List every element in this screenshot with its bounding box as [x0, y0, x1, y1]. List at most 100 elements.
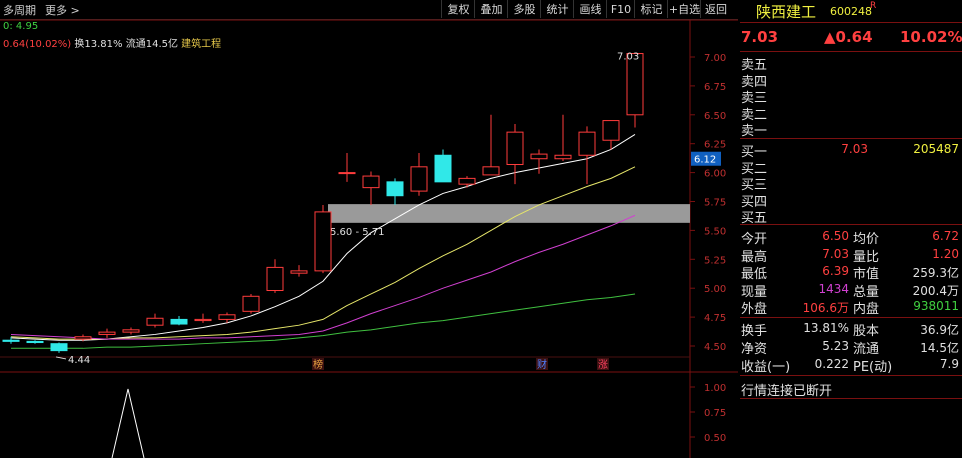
price-chart[interactable]: 7.00 6.75 6.50 6.25 6.00 5.75 5.50 5.25 5.00 4.75…: [0, 0, 738, 458]
volume-axis-label: 1.00: [704, 383, 726, 394]
price-change: ▲0.64: [824, 28, 873, 46]
candle-body: [146, 317, 164, 326]
candle-body: [50, 343, 68, 352]
stat-value: 7.03: [822, 246, 849, 261]
candle-body: [410, 166, 428, 192]
price-axis-label: 6.50: [704, 111, 726, 122]
stat-label: 今开: [741, 232, 768, 247]
price-change-pct: 10.02%: [900, 28, 962, 46]
candle-body: [2, 339, 20, 342]
candle-body: [554, 154, 572, 160]
candle-body: [98, 331, 116, 335]
ma-line-3: [11, 293, 636, 349]
buy-level-price: 7.03: [841, 142, 868, 156]
candle-body: [122, 329, 140, 333]
high-price-label: 7.03: [617, 52, 639, 63]
price-axis-label: 6.25: [704, 140, 726, 151]
volume-axis-label: 0.50: [704, 433, 726, 444]
candle-body: [602, 120, 620, 141]
candle-body: [506, 131, 524, 166]
fund-label: 股本: [853, 324, 880, 339]
range-label: 5.60 - 5.71: [330, 227, 385, 238]
candle-body: [314, 211, 332, 272]
stat-label: 现量: [741, 284, 768, 300]
fund-label: 换手: [741, 324, 768, 339]
low-price-label: 4.44: [68, 355, 90, 366]
margin-badge: R: [870, 1, 877, 11]
price-axis-label: 4.50: [704, 342, 726, 353]
fund-label: 净资: [741, 342, 768, 357]
price-axis-label: 4.75: [704, 313, 726, 324]
event-marker[interactable]: 涨: [598, 359, 608, 371]
divider: [740, 138, 962, 139]
price-axis-label: 5.25: [704, 255, 726, 266]
stat-label: 外盘: [741, 302, 768, 317]
volume-axis-label: 0.75: [704, 408, 726, 419]
divider: [740, 317, 962, 318]
candle-body: [290, 270, 308, 274]
candle-body: [26, 340, 44, 344]
fund-value: 14.5亿: [920, 341, 959, 355]
candle-body: [338, 172, 356, 175]
fund-label: 流通: [853, 342, 880, 357]
quote-panel: 陕西建工 600248 R 7.03 ▲0.64 10.02% 卖五 卖四 卖三 卖二…: [740, 0, 962, 458]
stat-value: 938011: [913, 299, 959, 313]
fund-label: 收益(一): [741, 360, 791, 375]
stat-value: 259.3亿: [912, 266, 959, 280]
fund-label: PE(动): [853, 360, 893, 375]
candle-body: [578, 131, 596, 156]
stat-value: 1434: [818, 281, 849, 296]
indicator-line: [111, 388, 145, 458]
current-price-value: 6.12: [694, 155, 716, 166]
candle-body: [242, 295, 260, 312]
fund-value: 5.23: [822, 339, 849, 353]
candle-body: [530, 153, 548, 160]
stat-label: 总量: [853, 284, 880, 300]
candle-body: [74, 336, 92, 340]
price-axis-label: 5.50: [704, 226, 726, 237]
candle-body: [266, 266, 284, 292]
candle-body: [386, 181, 404, 197]
candle-body: [170, 318, 188, 325]
price-axis-label: 7.00: [704, 53, 726, 64]
stat-value: 106.6万: [802, 301, 849, 315]
stock-code: 600248: [830, 5, 872, 18]
stat-value: 6.50: [822, 229, 849, 243]
stock-name: 陕西建工: [756, 3, 817, 21]
event-marker[interactable]: 榜: [313, 358, 323, 371]
candle-body: [482, 166, 500, 176]
divider: [740, 51, 962, 52]
last-price: 7.03: [741, 28, 779, 46]
sell-level-label: 卖一: [741, 124, 768, 139]
fund-value: 36.9亿: [920, 323, 959, 337]
divider: [740, 224, 962, 225]
event-marker[interactable]: 财: [537, 358, 547, 371]
stat-label: 内盘: [853, 302, 880, 317]
stat-value: 1.20: [932, 246, 959, 261]
stat-value: 200.4万: [912, 283, 959, 298]
divider: [740, 398, 962, 399]
stat-value: 6.72: [932, 229, 959, 243]
connection-status: 行情连接已断开: [741, 384, 833, 399]
candle-body: [434, 154, 452, 183]
candle-body: [626, 53, 644, 116]
fund-value: 0.222: [814, 357, 849, 371]
stat-label: 均价: [853, 232, 880, 247]
stat-label: 市值: [853, 267, 880, 282]
divider: [740, 375, 962, 376]
price-axis-label: 6.75: [704, 82, 726, 93]
buy-level-volume: 205487: [913, 142, 959, 156]
fund-value: 13.81%: [803, 321, 849, 335]
stat-label: 最低: [741, 267, 768, 282]
price-axis-label: 5.75: [704, 198, 726, 209]
candle-body: [458, 177, 476, 185]
candle-body: [194, 318, 212, 322]
stat-value: 6.39: [822, 264, 849, 278]
stat-label: 最高: [741, 249, 768, 265]
divider: [740, 22, 962, 23]
price-axis-label: 5.00: [704, 284, 726, 295]
candle-body: [362, 175, 380, 189]
price-axis-label: 6.00: [704, 169, 726, 180]
candle-body: [218, 314, 236, 320]
stat-label: 量比: [853, 249, 880, 265]
